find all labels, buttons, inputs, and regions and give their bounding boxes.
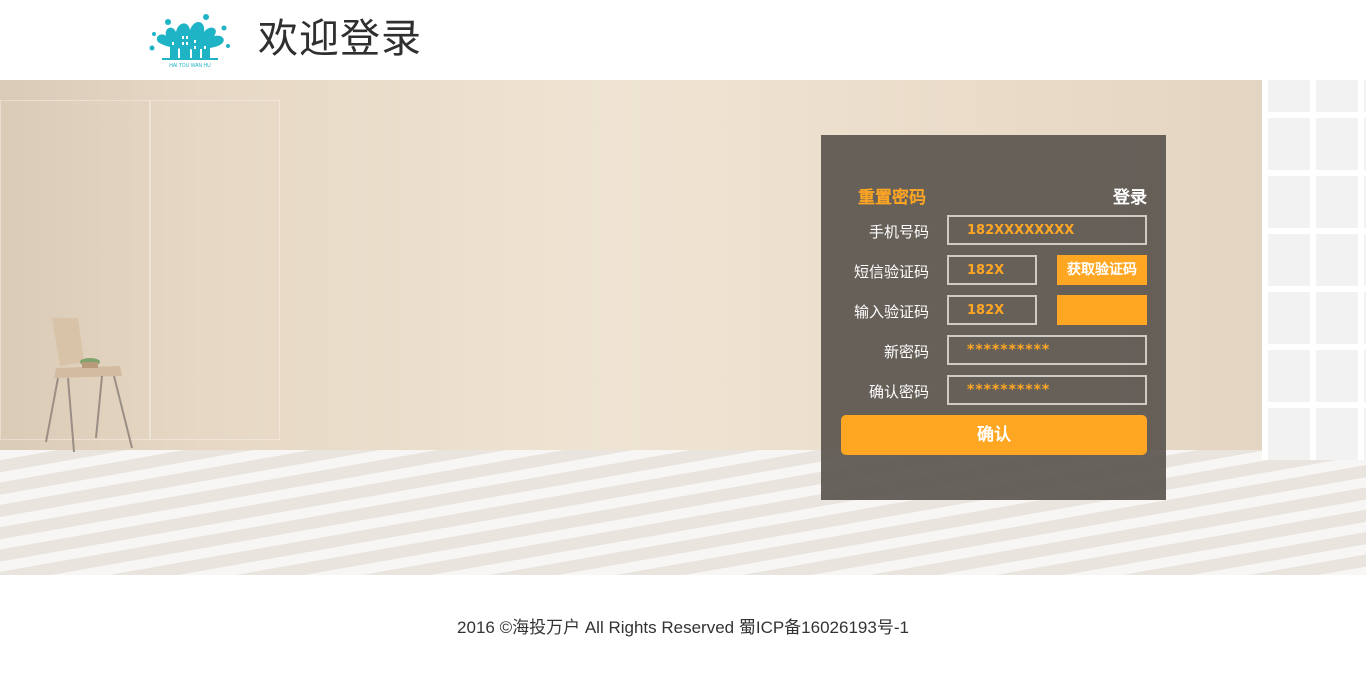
confirm-button[interactable]: 确认 [841,415,1147,455]
copyright-text: 2016 ©海投万户 All Rights Reserved 蜀ICP备1602… [457,618,909,637]
captcha-input[interactable] [947,295,1037,325]
panel-title: 重置密码 [858,188,926,208]
login-link[interactable]: 登录 [1113,183,1147,208]
new-password-input[interactable] [947,335,1147,365]
get-code-button[interactable]: 获取验证码 [1057,255,1147,285]
logo-icon[interactable]: HAI TOU WAN HU [148,12,232,70]
captcha-label: 输入验证码 [853,303,929,321]
reset-password-panel: 重置密码 登录 手机号码 短信验证码 获取验证码 输入验证码 新密码 确认密码 … [821,135,1166,500]
logo-caption: HAI TOU WAN HU [169,63,211,69]
sms-code-input[interactable] [947,255,1037,285]
page-footer: 2016 ©海投万户 All Rights Reserved 蜀ICP备1602… [0,575,1366,675]
page-header: HAI TOU WAN HU 欢迎登录 [0,0,1366,80]
sms-code-label: 短信验证码 [853,263,929,281]
confirm-password-input[interactable] [947,375,1147,405]
chair-illustration [44,318,140,453]
phone-input[interactable] [947,215,1147,245]
page-title: 欢迎登录 [258,16,422,62]
new-password-label: 新密码 [883,343,929,361]
confirm-password-label: 确认密码 [868,383,929,401]
phone-label: 手机号码 [868,223,929,241]
wall-panel [150,100,280,440]
hero-window-grid [1262,80,1366,460]
captcha-image[interactable] [1057,295,1147,325]
